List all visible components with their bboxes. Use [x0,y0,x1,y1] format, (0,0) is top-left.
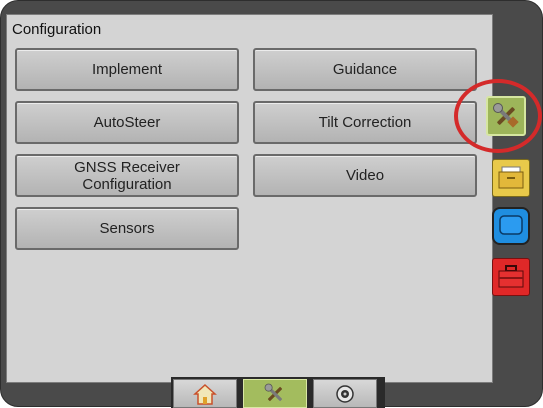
configuration-panel: Configuration Implement Guidance AutoSte… [6,14,493,383]
home-icon [193,383,217,405]
video-label: Video [345,167,385,184]
guidance-label: Guidance [332,61,398,78]
folder-icon [498,166,524,189]
bottom-tab-home[interactable] [173,379,237,408]
tools-icon [264,383,283,401]
autosteer-label: AutoSteer [93,114,161,131]
camera-icon [336,384,354,403]
panel-title: Configuration [12,21,102,38]
tilt-correction-button[interactable]: Tilt Correction [253,101,477,144]
gnss-label-line2: Configuration [82,175,172,193]
tools-icon [493,103,519,128]
bottom-tab-camera[interactable] [313,379,377,408]
gnss-label-line1: GNSS Receiver [74,158,180,176]
device-frame: Configuration Implement Guidance AutoSte… [0,0,543,408]
autosteer-button[interactable]: AutoSteer [15,101,239,144]
sidebar-tab-screen[interactable] [492,207,530,245]
sidebar-tab-tools[interactable] [486,96,526,136]
implement-button[interactable]: Implement [15,48,239,91]
sensors-label: Sensors [99,220,155,237]
screen-icon [499,215,523,235]
tilt-correction-label: Tilt Correction [318,114,412,131]
bottom-tab-tools[interactable] [243,379,307,408]
video-button[interactable]: Video [253,154,477,197]
sidebar-tab-folder[interactable] [492,159,530,197]
sidebar-tab-toolbox[interactable] [492,258,530,296]
gnss-label: GNSS Receiver Configuration [74,159,180,193]
sensors-button[interactable]: Sensors [15,207,239,250]
gnss-receiver-configuration-button[interactable]: GNSS Receiver Configuration [15,154,239,197]
guidance-button[interactable]: Guidance [253,48,477,91]
toolbox-icon [498,265,524,288]
implement-label: Implement [91,61,163,78]
